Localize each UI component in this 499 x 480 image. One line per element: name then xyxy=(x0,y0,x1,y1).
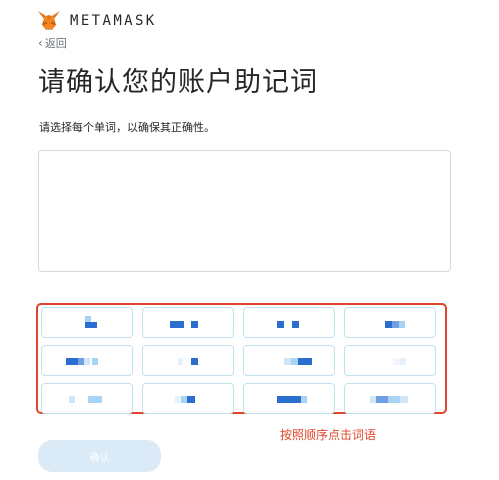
pixelated-word xyxy=(400,358,406,365)
back-link[interactable]: ‹ 返回 xyxy=(38,35,67,51)
back-label: 返回 xyxy=(44,37,67,50)
confirm-button[interactable]: 确认 xyxy=(38,440,161,472)
pixelated-word xyxy=(84,358,90,365)
pixelated-word xyxy=(191,358,198,365)
seed-word-button-4[interactable] xyxy=(344,307,436,338)
pixelated-word xyxy=(178,358,183,365)
seed-word-button-8[interactable] xyxy=(344,345,436,376)
pixelated-word xyxy=(301,396,307,403)
pixelated-word xyxy=(385,321,392,328)
pixelated-word xyxy=(66,358,78,365)
annotation-hint: 按照顺序点击词语 xyxy=(280,428,377,442)
seed-word-button-3[interactable] xyxy=(243,307,335,338)
pixelated-word xyxy=(392,321,399,328)
pixelated-word xyxy=(91,322,97,328)
seed-word-button-12[interactable] xyxy=(344,383,436,414)
pixelated-word xyxy=(277,321,284,328)
seed-word-button-11[interactable] xyxy=(243,383,335,414)
seed-word-button-9[interactable] xyxy=(41,383,133,414)
seed-word-button-7[interactable] xyxy=(243,345,335,376)
pixelated-word xyxy=(284,358,291,365)
seed-word-button-10[interactable] xyxy=(142,383,234,414)
pixelated-word xyxy=(376,396,388,403)
pixelated-word xyxy=(277,396,301,403)
pixelated-word xyxy=(191,321,198,328)
chevron-left-icon: ‹ xyxy=(38,36,43,50)
pixelated-word xyxy=(298,358,312,365)
word-grid xyxy=(41,307,436,414)
pixelated-word xyxy=(400,396,408,403)
pixelated-word xyxy=(92,358,98,365)
page-subtitle: 请选择每个单词，以确保其正确性。 xyxy=(39,121,215,134)
seed-word-button-5[interactable] xyxy=(41,345,133,376)
pixelated-word xyxy=(170,321,184,328)
pixelated-word xyxy=(292,321,299,328)
metamask-fox-icon xyxy=(38,11,60,30)
pixelated-word xyxy=(69,396,75,403)
pixelated-word xyxy=(399,321,405,328)
seed-word-button-6[interactable] xyxy=(142,345,234,376)
app-header: METAMASK xyxy=(37,10,157,32)
pixelated-word xyxy=(388,396,400,403)
pixelated-word xyxy=(88,396,102,403)
brand-wordmark: METAMASK xyxy=(70,13,157,29)
pixelated-word xyxy=(187,396,195,403)
page-title: 请确认您的账户助记词 xyxy=(38,67,318,98)
pixelated-word xyxy=(291,358,298,365)
seed-word-button-1[interactable] xyxy=(41,307,133,338)
pixelated-word xyxy=(393,358,400,365)
word-grid-highlight xyxy=(36,303,447,414)
seed-word-button-2[interactable] xyxy=(142,307,234,338)
selected-words-area[interactable] xyxy=(38,150,451,272)
